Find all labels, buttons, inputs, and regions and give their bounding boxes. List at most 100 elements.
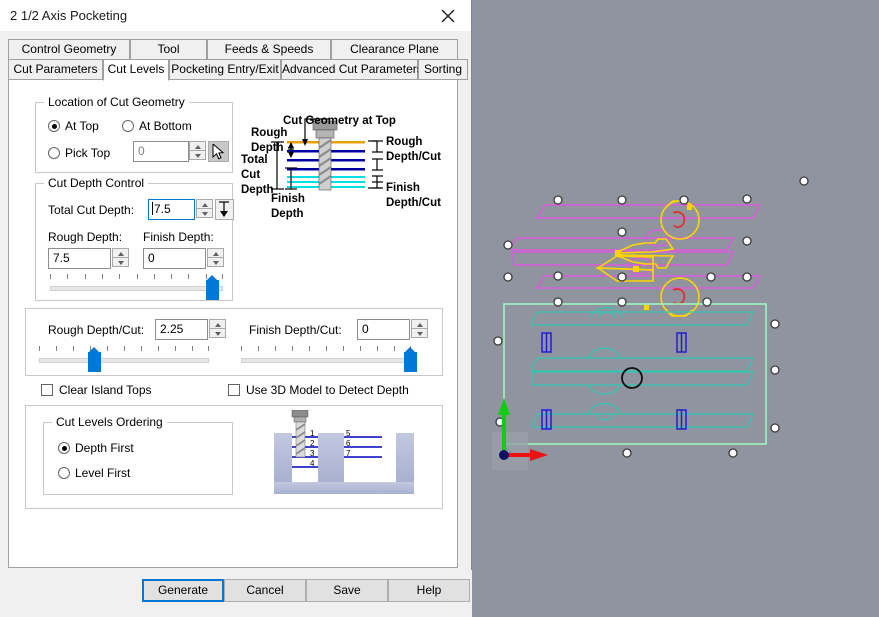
save-button[interactable]: Save [306, 579, 388, 602]
svg-text:5: 5 [346, 429, 351, 438]
tab-row-bottom: Cut Parameters Cut Levels Pocketing Entr… [8, 59, 468, 81]
label-finish-depth: Finish Depth: [143, 230, 214, 244]
diagram-label-total-2: Cut [241, 169, 261, 181]
total-cut-depth-spinner-down[interactable] [196, 208, 213, 218]
clear-island-tops-box [41, 384, 53, 396]
dialog-button-bar: Generate Cancel Save Help [0, 570, 472, 617]
rough-depth-cut-spinner-down[interactable] [209, 328, 226, 338]
cut-levels-panel: Location of Cut Geometry At Top At Botto… [8, 79, 458, 568]
help-button[interactable]: Help [388, 579, 470, 602]
radio-at-bottom-label: At Bottom [139, 119, 192, 133]
close-button[interactable] [425, 0, 471, 31]
rough-depth-cut-value: 2.25 [160, 322, 184, 336]
diagram-label-total-3: Depth [241, 184, 274, 196]
rough-depth-spinner[interactable] [112, 248, 129, 267]
tab-advanced-cut-parameters[interactable]: Advanced Cut Parameters [281, 59, 423, 80]
cut-depth-diagram: Cut Geometry at Top Rough Depth Total Cu… [241, 102, 441, 227]
finish-depth-cut-slider-ticks [241, 346, 412, 352]
cursor-pick-icon [212, 144, 225, 160]
svg-text:7: 7 [346, 449, 351, 458]
diagram-label-finish-per-cut-2: Depth/Cut [386, 197, 441, 209]
pick-top-spinner[interactable] [189, 141, 206, 160]
tab-control-geometry[interactable]: Control Geometry [8, 39, 130, 60]
finish-depth-cut-spinner[interactable] [411, 319, 428, 338]
diagram-label-total-1: Total [241, 154, 268, 166]
depth-per-cut-group: Rough Depth/Cut: 2.25 Finish Depth/Cut: … [25, 308, 443, 376]
finish-depth-spinner-down[interactable] [207, 257, 224, 267]
tab-pocketing-entry-exit[interactable]: Pocketing Entry/Exit [169, 59, 281, 80]
finish-depth-cut-value: 0 [362, 322, 369, 336]
total-depth-slider-ticks [50, 274, 224, 280]
total-depth-slider-track[interactable] [50, 286, 223, 291]
diagram-label-cut-geometry-at-top: Cut Geometry at Top [283, 115, 396, 127]
diagram-label-rough-depth-2: Depth [251, 142, 284, 154]
tab-row-top: Control Geometry Tool Feeds & Speeds Cle… [8, 39, 458, 60]
diagram-label-rough-per-cut-2: Depth/Cut [386, 151, 441, 163]
finish-depth-spinner[interactable] [207, 248, 224, 267]
ordering-group-legend: Cut Levels Ordering [52, 415, 167, 429]
rough-depth-cut-slider-track[interactable] [39, 358, 209, 363]
rough-depth-cut-input[interactable]: 2.25 [155, 319, 208, 340]
svg-text:3: 3 [310, 449, 315, 458]
radio-pick-top-label: Pick Top [65, 146, 111, 160]
tab-feeds-speeds[interactable]: Feeds & Speeds [207, 39, 331, 60]
rough-depth-cut-slider[interactable] [39, 346, 210, 372]
measure-depth-icon [219, 201, 229, 217]
total-cut-depth-measure-button[interactable] [215, 199, 234, 220]
rough-depth-cut-slider-thumb[interactable] [88, 347, 102, 372]
finish-depth-cut-input[interactable]: 0 [357, 319, 410, 340]
pick-top-spinner-down[interactable] [189, 150, 206, 160]
pocketing-dialog: 2 1/2 Axis Pocketing Control Geometry To… [0, 0, 472, 617]
cad-geometry-canvas [470, 0, 879, 617]
svg-text:2: 2 [310, 439, 315, 448]
dialog-title: 2 1/2 Axis Pocketing [10, 8, 128, 23]
tab-tool[interactable]: Tool [130, 39, 207, 60]
label-rough-depth: Rough Depth: [48, 230, 123, 244]
total-cut-depth-spinner[interactable] [196, 199, 213, 218]
total-depth-slider[interactable] [50, 274, 224, 300]
finish-depth-cut-slider-thumb[interactable] [404, 347, 418, 372]
finish-depth-cut-slider-track[interactable] [241, 358, 411, 363]
radio-level-first-dot [58, 467, 70, 479]
cut-depth-control-group: Cut Depth Control Total Cut Depth: 7.5 R… [35, 176, 234, 301]
finish-depth-cut-spinner-down[interactable] [411, 328, 428, 338]
finish-depth-cut-slider[interactable] [241, 346, 418, 372]
tab-sorting[interactable]: Sorting [418, 59, 468, 80]
diagram-label-rough-per-cut-1: Rough [386, 136, 423, 148]
close-icon [441, 9, 455, 23]
generate-button[interactable]: Generate [142, 579, 224, 602]
tab-cut-parameters[interactable]: Cut Parameters [8, 59, 103, 80]
cad-3d-viewport[interactable] [470, 0, 879, 617]
clear-island-tops-label: Clear Island Tops [59, 383, 152, 397]
radio-depth-first-label: Depth First [75, 441, 134, 455]
radio-level-first-label: Level First [75, 466, 131, 480]
radio-at-bottom-dot [122, 120, 134, 132]
cancel-button[interactable]: Cancel [224, 579, 306, 602]
origin-gizmo-plate [492, 432, 528, 470]
ordering-illustration: 1 2 3 4 5 6 7 [274, 409, 414, 498]
total-cut-depth-value: 7.5 [154, 202, 171, 216]
location-of-cut-geometry-group: Location of Cut Geometry At Top At Botto… [35, 95, 233, 173]
svg-text:4: 4 [310, 459, 315, 468]
pick-top-pick-button[interactable] [208, 141, 229, 162]
rough-depth-input[interactable]: 7.5 [48, 248, 111, 269]
origin-marker [499, 450, 509, 460]
rough-depth-cut-slider-ticks [39, 346, 210, 352]
diagram-label-finish-depth-2: Depth [271, 208, 304, 220]
total-cut-depth-input[interactable]: 7.5 [148, 199, 195, 220]
rough-depth-spinner-down[interactable] [112, 257, 129, 267]
tab-cut-levels[interactable]: Cut Levels [103, 59, 169, 81]
finish-depth-input[interactable]: 0 [143, 248, 206, 269]
use-3d-model-box [228, 384, 240, 396]
radio-at-top-dot [48, 120, 60, 132]
use-3d-model-label: Use 3D Model to Detect Depth [246, 383, 409, 397]
finish-depth-value: 0 [148, 251, 155, 265]
rough-depth-cut-spinner[interactable] [209, 319, 226, 338]
total-depth-slider-thumb[interactable] [205, 275, 219, 300]
diagram-label-rough-depth-1: Rough [251, 127, 288, 139]
pick-top-value-input[interactable]: 0 [133, 141, 189, 162]
tab-clearance-plane[interactable]: Clearance Plane [331, 39, 458, 60]
rough-depth-value: 7.5 [53, 251, 70, 265]
location-group-legend: Location of Cut Geometry [44, 95, 189, 109]
cut-levels-ordering-group: Cut Levels Ordering Depth First Level Fi… [43, 415, 233, 495]
